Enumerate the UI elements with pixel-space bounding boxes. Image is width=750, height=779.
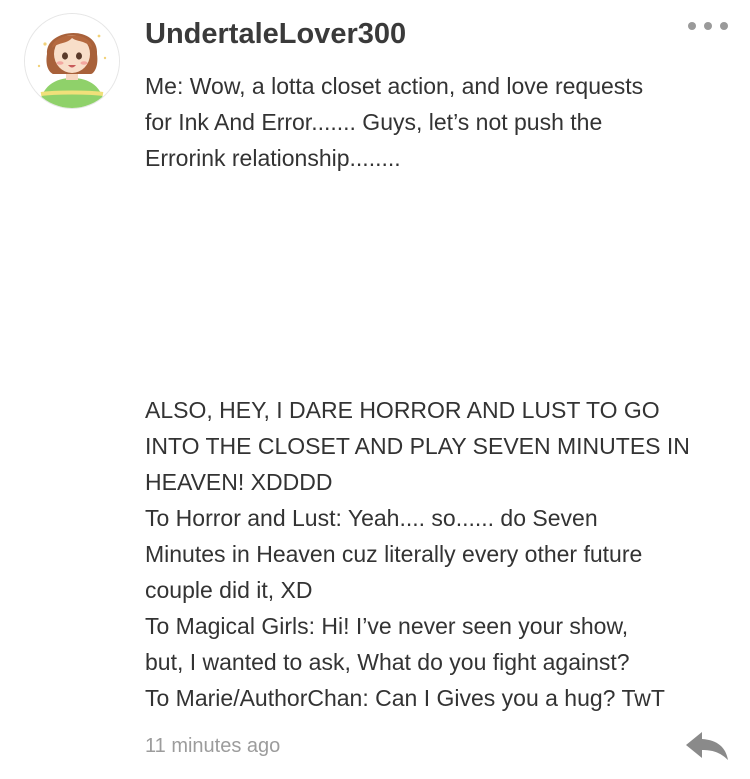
comment-line: To Marie/AuthorChan: Can I Gives you a h…	[145, 685, 665, 711]
comment-text-paragraph-1: Me: Wow, a lotta closet action, and love…	[145, 68, 735, 176]
comment-line: HEAVEN! XDDDD	[145, 469, 333, 495]
comment-line: To Magical Girls: Hi! I’ve never seen yo…	[145, 613, 629, 639]
comment-line: Minutes in Heaven cuz literally every ot…	[145, 541, 643, 567]
comment-text-paragraph-2: ALSO, HEY, I DARE HORROR AND LUST TO GO …	[145, 392, 735, 716]
comment-line: To Horror and Lust: Yeah.... so...... do…	[145, 505, 598, 531]
reply-arrow-icon	[686, 732, 728, 760]
comment-line: ALSO, HEY, I DARE HORROR AND LUST TO GO	[145, 397, 660, 423]
dot	[704, 22, 712, 30]
comment-line: Me: Wow, a lotta closet action, and love…	[145, 73, 644, 99]
reply-button[interactable]	[684, 728, 730, 762]
dot	[720, 22, 728, 30]
comment-line: couple did it, XD	[145, 577, 313, 603]
avatar[interactable]	[24, 13, 120, 109]
dot	[688, 22, 696, 30]
more-dots-icon[interactable]	[688, 18, 728, 34]
comment-line: but, I wanted to ask, What do you fight …	[145, 649, 630, 675]
user-avatar-icon	[25, 14, 119, 108]
comment: UndertaleLover300 Me: Wow, a lotta close…	[0, 0, 750, 779]
comment-line: INTO THE CLOSET AND PLAY SEVEN MINUTES I…	[145, 433, 690, 459]
comment-line: Errorink relationship........	[145, 145, 401, 171]
comment-line: for Ink And Error....... Guys, let’s not…	[145, 109, 603, 135]
username[interactable]: UndertaleLover300	[145, 14, 406, 54]
timestamp: 11 minutes ago	[145, 735, 281, 757]
